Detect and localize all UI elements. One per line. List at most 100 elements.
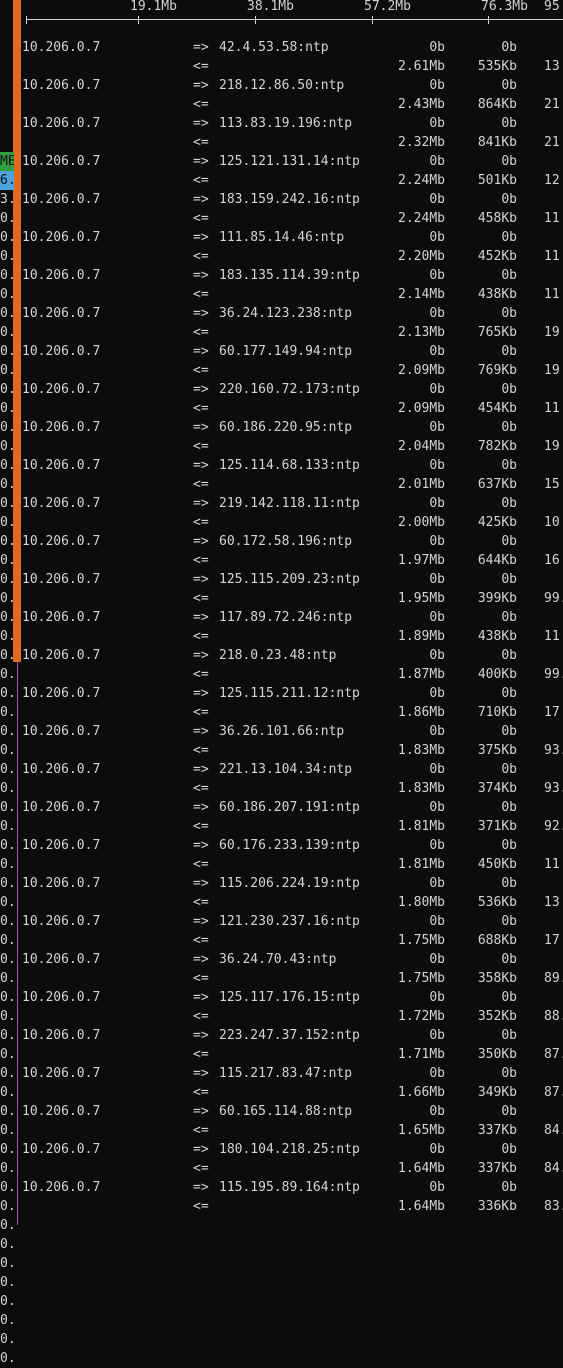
rate-2s: 1.75Mb [398, 933, 445, 948]
rate-10s: 0b [501, 990, 517, 1005]
flow-row-outbound: 10.206.0.7 => 60.176.233.139:ntp 0b 0b [0, 836, 563, 855]
direction-out-arrow: => [193, 876, 209, 891]
rate-2s: 2.32Mb [398, 135, 445, 150]
direction-out-arrow: => [193, 800, 209, 815]
rate-10s: 0b [501, 192, 517, 207]
flow-row-outbound: 10.206.0.7 => 113.83.19.196:ntp 0b 0b [0, 114, 563, 133]
rate-10s: 0b [501, 496, 517, 511]
rate-40s: 99. [544, 667, 563, 682]
rate-10s: 425Kb [477, 515, 517, 530]
rate-10s: 0b [501, 154, 517, 169]
flow-row-inbound: <= 2.24Mb 458Kb 11 [0, 209, 563, 228]
flow-row-outbound: 10.206.0.7 => 36.26.101.66:ntp 0b 0b [0, 722, 563, 741]
rate-40s: 11 [544, 401, 560, 416]
flow-row-inbound: <= 2.01Mb 637Kb 15 [0, 475, 563, 494]
rate-10s: 454Kb [477, 401, 517, 416]
rate-2s: 0b [429, 876, 445, 891]
source-host: 10.206.0.7 [22, 1180, 101, 1195]
rate-10s: 352Kb [477, 1009, 517, 1024]
direction-out-arrow: => [193, 344, 209, 359]
rate-40s: 17 [544, 705, 560, 720]
flow-row-outbound: 10.206.0.7 => 180.104.218.25:ntp 0b 0b [0, 1140, 563, 1159]
rate-2s: 0b [429, 1180, 445, 1195]
rate-2s: 0b [429, 344, 445, 359]
destination-host: 60.186.220.95:ntp [219, 420, 353, 435]
rate-10s: 0b [501, 572, 517, 587]
rate-10s: 0b [501, 686, 517, 701]
source-host: 10.206.0.7 [22, 154, 101, 169]
source-host: 10.206.0.7 [22, 534, 101, 549]
flow-row-inbound: <= 1.64Mb 337Kb 84. [0, 1159, 563, 1178]
rate-40s: 11 [544, 857, 560, 872]
direction-in-arrow: <= [193, 249, 209, 264]
left-pane-fragment: 0. [0, 1351, 14, 1366]
direction-in-arrow: <= [193, 667, 209, 682]
direction-out-arrow: => [193, 990, 209, 1005]
rate-2s: 0b [429, 192, 445, 207]
destination-host: 125.121.131.14:ntp [219, 154, 360, 169]
bandwidth-scale: 19.1Mb 38.1Mb 57.2Mb 76.3Mb 95 [0, 0, 563, 28]
direction-out-arrow: => [193, 1028, 209, 1043]
direction-out-arrow: => [193, 952, 209, 967]
rate-2s: 0b [429, 306, 445, 321]
rate-2s: 1.87Mb [398, 667, 445, 682]
flow-row-inbound: <= 2.20Mb 452Kb 11 [0, 247, 563, 266]
rate-2s: 0b [429, 952, 445, 967]
rate-10s: 337Kb [477, 1161, 517, 1176]
destination-host: 115.195.89.164:ntp [219, 1180, 360, 1195]
rate-2s: 0b [429, 914, 445, 929]
rate-2s: 0b [429, 572, 445, 587]
flow-row-inbound: <= 1.66Mb 349Kb 87. [0, 1083, 563, 1102]
rate-2s: 0b [429, 724, 445, 739]
flow-row-outbound: 10.206.0.7 => 60.172.58.196:ntp 0b 0b [0, 532, 563, 551]
direction-in-arrow: <= [193, 591, 209, 606]
flow-row-inbound: <= 2.32Mb 841Kb 21 [0, 133, 563, 152]
flow-row-outbound: 10.206.0.7 => 60.186.207.191:ntp 0b 0b [0, 798, 563, 817]
rate-10s: 0b [501, 420, 517, 435]
rate-10s: 400Kb [477, 667, 517, 682]
source-host: 10.206.0.7 [22, 648, 101, 663]
rate-10s: 350Kb [477, 1047, 517, 1062]
flow-row-outbound: 10.206.0.7 => 60.177.149.94:ntp 0b 0b [0, 342, 563, 361]
scale-tick-label: 57.2Mb [364, 0, 411, 14]
rate-40s: 92. [544, 819, 563, 834]
direction-out-arrow: => [193, 230, 209, 245]
rate-10s: 0b [501, 876, 517, 891]
rate-2s: 0b [429, 1142, 445, 1157]
rate-10s: 0b [501, 648, 517, 663]
direction-in-arrow: <= [193, 705, 209, 720]
rate-2s: 1.65Mb [398, 1123, 445, 1138]
rate-10s: 0b [501, 306, 517, 321]
flow-row-inbound: <= 2.14Mb 438Kb 11 [0, 285, 563, 304]
direction-in-arrow: <= [193, 325, 209, 340]
rate-10s: 841Kb [477, 135, 517, 150]
flow-row-outbound: 10.206.0.7 => 36.24.123.238:ntp 0b 0b [0, 304, 563, 323]
rate-10s: 0b [501, 914, 517, 929]
rate-2s: 2.01Mb [398, 477, 445, 492]
rate-40s: 21 [544, 135, 560, 150]
flow-row-outbound: 10.206.0.7 => 223.247.37.152:ntp 0b 0b [0, 1026, 563, 1045]
left-pane-fragment: 0. [0, 1237, 14, 1252]
direction-in-arrow: <= [193, 781, 209, 796]
direction-in-arrow: <= [193, 895, 209, 910]
rate-10s: 0b [501, 1028, 517, 1043]
direction-out-arrow: => [193, 154, 209, 169]
flow-row-outbound: 10.206.0.7 => 117.89.72.246:ntp 0b 0b [0, 608, 563, 627]
rate-2s: 1.81Mb [398, 857, 445, 872]
rate-2s: 0b [429, 40, 445, 55]
direction-out-arrow: => [193, 268, 209, 283]
flow-row-outbound: 10.206.0.7 => 219.142.118.11:ntp 0b 0b [0, 494, 563, 513]
rate-2s: 1.97Mb [398, 553, 445, 568]
rate-10s: 765Kb [477, 325, 517, 340]
rate-40s: 87. [544, 1047, 563, 1062]
direction-in-arrow: <= [193, 135, 209, 150]
direction-out-arrow: => [193, 40, 209, 55]
left-pane-fragment: 0. [0, 1275, 14, 1290]
direction-out-arrow: => [193, 496, 209, 511]
rate-2s: 1.75Mb [398, 971, 445, 986]
rate-40s: 84. [544, 1161, 563, 1176]
rate-10s: 0b [501, 1180, 517, 1195]
rate-40s: 87. [544, 1085, 563, 1100]
rate-10s: 337Kb [477, 1123, 517, 1138]
flow-row-inbound: <= 2.00Mb 425Kb 10 [0, 513, 563, 532]
